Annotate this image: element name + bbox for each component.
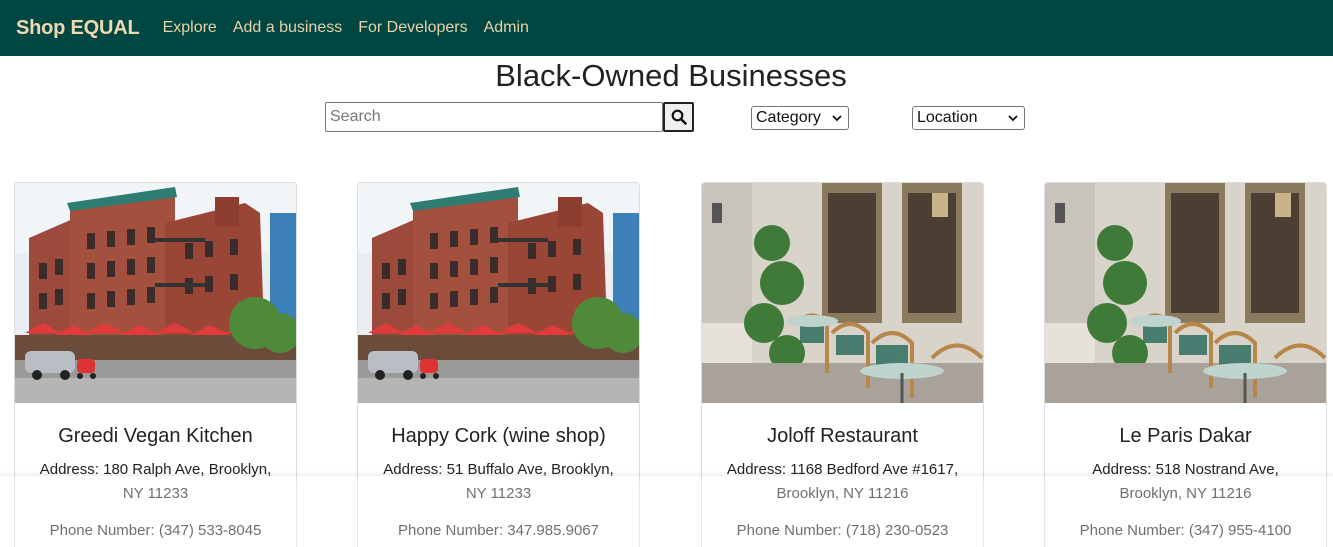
- business-photo: [1045, 183, 1326, 403]
- card-body: Le Paris Dakar Address: 518 Nostrand Ave…: [1045, 425, 1326, 539]
- card-body: Happy Cork (wine shop) Address: 51 Buffa…: [358, 425, 639, 539]
- nav-link-explore[interactable]: Explore: [163, 19, 217, 37]
- business-photo: [702, 183, 983, 403]
- business-name[interactable]: Greedi Vegan Kitchen: [29, 425, 282, 448]
- page-title: Black-Owned Businesses: [495, 58, 847, 93]
- business-card[interactable]: Happy Cork (wine shop) Address: 51 Buffa…: [357, 182, 640, 547]
- top-navbar: Shop EQUAL Explore Add a business For De…: [0, 0, 1333, 56]
- search-bar: [325, 102, 694, 132]
- search-icon: [671, 109, 687, 125]
- location-select[interactable]: Location: [912, 106, 1025, 130]
- chevron-down-icon: [1008, 115, 1018, 122]
- business-name[interactable]: Le Paris Dakar: [1059, 425, 1312, 448]
- business-address: Address: 180 Ralph Ave, Brooklyn, NY 112…: [39, 461, 272, 502]
- business-address: Address: 518 Nostrand Ave, Brooklyn, NY …: [1092, 461, 1279, 502]
- business-card[interactable]: Le Paris Dakar Address: 518 Nostrand Ave…: [1044, 182, 1327, 547]
- business-address: Address: 1168 Bedford Ave #1617, Brookly…: [726, 461, 959, 502]
- business-name[interactable]: Joloff Restaurant: [716, 425, 969, 448]
- business-phone: Phone Number: (718) 230-0523: [736, 522, 949, 539]
- brand-logo-link[interactable]: Shop EQUAL: [16, 17, 140, 40]
- business-card[interactable]: Greedi Vegan Kitchen Address: 180 Ralph …: [14, 182, 297, 547]
- business-photo: [358, 183, 639, 403]
- nav-link-for-developers[interactable]: For Developers: [358, 19, 467, 37]
- nav-link-admin[interactable]: Admin: [484, 19, 529, 37]
- search-input[interactable]: [325, 102, 663, 132]
- business-name[interactable]: Happy Cork (wine shop): [372, 425, 625, 448]
- card-body: Greedi Vegan Kitchen Address: 180 Ralph …: [15, 425, 296, 539]
- search-button[interactable]: [663, 102, 694, 132]
- category-select[interactable]: Category: [751, 106, 849, 130]
- business-card[interactable]: Joloff Restaurant Address: 1168 Bedford …: [701, 182, 984, 547]
- nav-link-add-business[interactable]: Add a business: [233, 19, 342, 37]
- category-select-value: Category: [756, 109, 821, 126]
- business-address: Address: 51 Buffalo Ave, Brooklyn, NY 11…: [383, 461, 614, 502]
- business-phone: Phone Number: 347.985.9067: [398, 522, 599, 539]
- card-body: Joloff Restaurant Address: 1168 Bedford …: [702, 425, 983, 539]
- business-photo: [15, 183, 296, 403]
- chevron-down-icon: [832, 115, 842, 122]
- location-select-value: Location: [917, 109, 978, 126]
- business-phone: Phone Number: (347) 955-4100: [1079, 522, 1292, 539]
- business-phone: Phone Number: (347) 533-8045: [49, 522, 262, 539]
